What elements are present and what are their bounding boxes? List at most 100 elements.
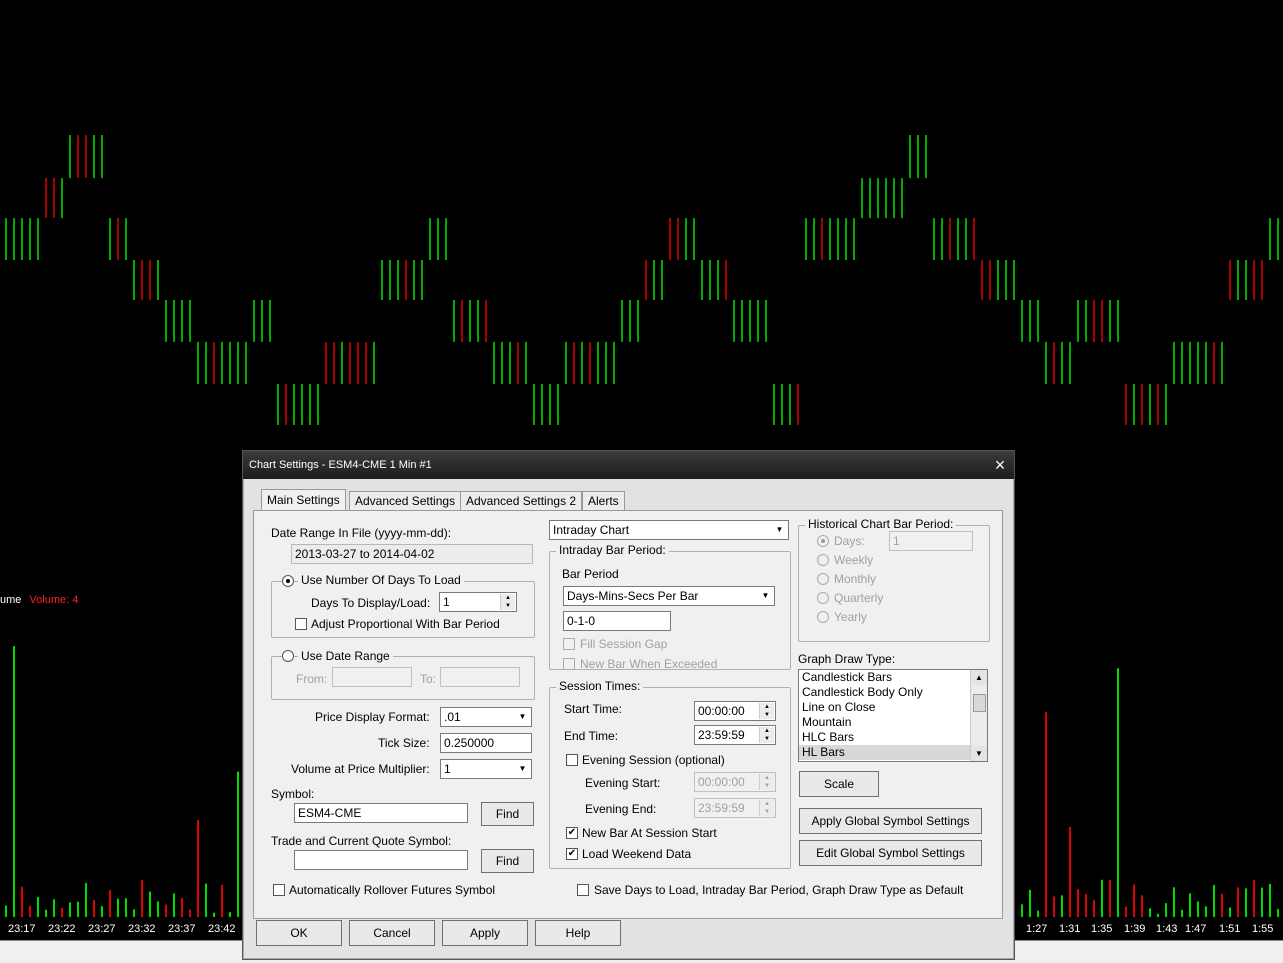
bar-period-input[interactable]: 0-1-0 (563, 611, 671, 631)
trade-symbol-input[interactable] (294, 850, 468, 870)
evening-start-value: 00:00:00 (698, 775, 745, 789)
draw-type-item[interactable]: Candlestick Body Only (799, 685, 972, 700)
adjust-proportional-checkbox[interactable] (295, 618, 307, 630)
volume-value: Volume: 4 (29, 594, 79, 606)
hist-days-radio[interactable] (817, 535, 829, 547)
time-tick: 1:55 (1252, 923, 1274, 935)
list-scrollbar[interactable]: ▲ ▼ (970, 670, 987, 761)
ok-button[interactable]: OK (256, 920, 342, 946)
price-format-select[interactable]: .01 ▼ (440, 707, 532, 727)
cancel-button[interactable]: Cancel (349, 920, 435, 946)
volume-multiplier-value: 1 (444, 762, 451, 776)
end-time-spinner[interactable]: ▲ ▼ (759, 727, 774, 743)
time-tick: 1:35 (1091, 923, 1113, 935)
hist-weekly-label: Weekly (834, 553, 874, 567)
start-time-value: 00:00:00 (698, 704, 745, 718)
days-display-input[interactable]: 1 ▲ ▼ (439, 592, 517, 612)
auto-rollover-checkbox[interactable] (273, 884, 285, 896)
fill-session-gap-checkbox[interactable] (563, 638, 575, 650)
new-bar-exceeded-label: New Bar When Exceeded (580, 657, 718, 671)
chevron-down-icon: ▼ (518, 764, 527, 773)
hist-monthly-radio[interactable] (817, 573, 829, 585)
hist-days-input[interactable]: 1 (889, 531, 973, 551)
use-date-range-radio[interactable] (282, 650, 294, 662)
start-time-spinner[interactable]: ▲ ▼ (759, 703, 774, 719)
tab-advanced-settings-2[interactable]: Advanced Settings 2 (460, 491, 583, 510)
hist-quarterly-radio[interactable] (817, 592, 829, 604)
days-display-label: Days To Display/Load: (311, 596, 431, 610)
dialog-title: Chart Settings - ESM4-CME 1 Min #1 (249, 459, 432, 471)
hist-monthly-label: Monthly (834, 572, 877, 586)
hist-weekly-radio[interactable] (817, 554, 829, 566)
hist-yearly-radio[interactable] (817, 611, 829, 623)
start-time-input[interactable]: 00:00:00 ▲ ▼ (694, 701, 776, 721)
evening-start-label: Evening Start: (585, 776, 661, 790)
dialog-titlebar[interactable]: Chart Settings - ESM4-CME 1 Min #1 × (243, 451, 1014, 479)
edit-global-settings-button[interactable]: Edit Global Symbol Settings (799, 840, 982, 866)
chart-type-select[interactable]: Intraday Chart ▼ (549, 520, 789, 540)
draw-type-item[interactable]: Candlestick Bars (799, 670, 972, 685)
evening-end-input[interactable]: 23:59:59 ▲ ▼ (694, 798, 776, 818)
evening-start-input[interactable]: 00:00:00 ▲ ▼ (694, 772, 776, 792)
graph-draw-type-label: Graph Draw Type: (798, 652, 896, 666)
scroll-thumb[interactable] (973, 694, 986, 712)
fill-session-gap-label: Fill Session Gap (580, 637, 668, 651)
chevron-down-icon: ▼ (518, 712, 527, 721)
new-bar-session-label: New Bar At Session Start (582, 826, 717, 840)
time-tick: 23:37 (168, 923, 196, 935)
evening-session-checkbox[interactable] (566, 754, 578, 766)
tick-size-input[interactable]: 0.250000 (440, 733, 532, 753)
close-icon[interactable]: × (990, 455, 1010, 475)
to-label: To: (420, 672, 437, 686)
use-days-label: Use Number Of Days To Load (298, 573, 464, 587)
save-default-checkbox[interactable] (577, 884, 589, 896)
time-tick: 23:27 (88, 923, 116, 935)
tab-main-settings[interactable]: Main Settings (261, 489, 346, 511)
bar-period-type-value: Days-Mins-Secs Per Bar (567, 589, 699, 603)
tab-alerts[interactable]: Alerts (582, 491, 625, 510)
time-tick: 1:51 (1219, 923, 1241, 935)
evening-end-label: Evening End: (585, 802, 657, 816)
time-tick: 1:39 (1124, 923, 1146, 935)
draw-type-item[interactable]: Mountain (799, 715, 972, 730)
evening-start-spinner[interactable]: ▲ ▼ (759, 774, 774, 790)
from-date-input[interactable] (332, 667, 412, 687)
new-bar-session-checkbox[interactable]: ✔ (566, 827, 578, 839)
to-date-input[interactable] (440, 667, 520, 687)
draw-type-item[interactable]: Line on Close (799, 700, 972, 715)
draw-type-item-selected[interactable]: HL Bars (799, 745, 972, 760)
symbol-input[interactable]: ESM4-CME (294, 803, 468, 823)
save-default-label: Save Days to Load, Intraday Bar Period, … (594, 883, 964, 897)
scale-button[interactable]: Scale (799, 771, 879, 797)
time-tick: 23:22 (48, 923, 76, 935)
auto-rollover-label: Automatically Rollover Futures Symbol (289, 883, 496, 897)
symbol-find-button[interactable]: Find (481, 802, 534, 826)
apply-global-settings-button[interactable]: Apply Global Symbol Settings (799, 808, 982, 834)
time-tick: 1:47 (1185, 923, 1207, 935)
new-bar-exceeded-checkbox[interactable] (563, 658, 575, 670)
draw-type-item[interactable]: HLC Bars (799, 730, 972, 745)
graph-draw-type-list[interactable]: Candlestick Bars Candlestick Body Only L… (798, 669, 988, 762)
tab-advanced-settings[interactable]: Advanced Settings (349, 491, 462, 510)
symbol-label: Symbol: (271, 787, 315, 801)
days-spinner[interactable]: ▲ ▼ (500, 594, 515, 610)
hist-yearly-label: Yearly (834, 610, 867, 624)
time-tick: 1:27 (1026, 923, 1048, 935)
evening-end-spinner[interactable]: ▲ ▼ (759, 800, 774, 816)
start-time-label: Start Time: (564, 702, 623, 716)
bar-period-type-select[interactable]: Days-Mins-Secs Per Bar ▼ (563, 586, 775, 606)
end-time-input[interactable]: 23:59:59 ▲ ▼ (694, 725, 776, 745)
apply-button[interactable]: Apply (442, 920, 528, 946)
time-tick: 1:43 (1156, 923, 1178, 935)
volume-multiplier-select[interactable]: 1 ▼ (440, 759, 532, 779)
load-weekend-checkbox[interactable]: ✔ (566, 848, 578, 860)
end-time-value: 23:59:59 (698, 728, 745, 742)
scroll-up-icon[interactable]: ▲ (971, 670, 987, 685)
scroll-down-icon[interactable]: ▼ (971, 746, 987, 761)
use-days-radio[interactable] (282, 575, 294, 587)
trade-symbol-find-button[interactable]: Find (481, 849, 534, 873)
adjust-proportional-label: Adjust Proportional With Bar Period (311, 617, 500, 631)
help-button[interactable]: Help (535, 920, 621, 946)
date-range-label: Date Range In File (yyyy-mm-dd): (271, 526, 452, 540)
intraday-period-caption: Intraday Bar Period: (556, 543, 669, 557)
